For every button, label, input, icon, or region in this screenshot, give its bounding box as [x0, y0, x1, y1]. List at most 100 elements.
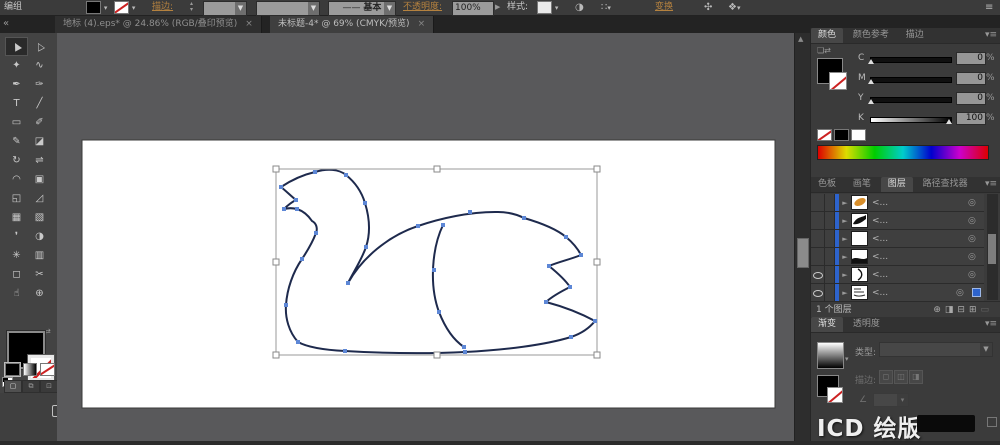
- document-tab-2[interactable]: 未标题-4* @ 69% (CMYK/预览) ×: [270, 16, 435, 33]
- lasso-tool[interactable]: ∿: [28, 56, 51, 75]
- eraser-tool[interactable]: ◪: [28, 132, 51, 151]
- fill-color-swatch[interactable]: ▾: [86, 1, 107, 14]
- align-icon[interactable]: ✣: [704, 1, 712, 14]
- gradient-preview-swatch[interactable]: [817, 342, 844, 369]
- width-profile-dropdown[interactable]: ▼: [256, 1, 320, 16]
- stroke-link[interactable]: 描边:: [152, 1, 173, 14]
- hand-tool[interactable]: ☝: [5, 284, 28, 303]
- shape-builder-tool[interactable]: ◱: [5, 189, 28, 208]
- scrollbar-thumb[interactable]: [797, 238, 809, 268]
- width-tool[interactable]: ◠: [5, 170, 28, 189]
- tab-stroke[interactable]: 描边: [899, 28, 931, 43]
- swatch-options-icon[interactable]: ❏⇄: [817, 46, 831, 55]
- target-icon[interactable]: ◎: [968, 270, 984, 280]
- scroll-up-icon[interactable]: ▲: [798, 35, 803, 43]
- tab-swatches[interactable]: 色板: [811, 177, 843, 192]
- lock-cell[interactable]: [825, 248, 835, 265]
- arrange-icon[interactable]: ❖▾: [728, 1, 740, 14]
- close-icon[interactable]: ×: [418, 19, 426, 29]
- chevron-down-icon[interactable]: ▾: [845, 355, 849, 363]
- delete-layer-icon[interactable]: ▭: [980, 305, 993, 315]
- eyedropper-tool[interactable]: ❜: [5, 227, 28, 246]
- eye-icon[interactable]: [811, 266, 825, 283]
- lock-cell[interactable]: [825, 266, 835, 283]
- canvas-vertical-scrollbar[interactable]: ▲: [794, 33, 810, 441]
- panel-menu-icon[interactable]: ▾≡: [985, 319, 997, 329]
- color-spectrum-bar[interactable]: [817, 145, 989, 160]
- lock-cell[interactable]: [825, 212, 835, 229]
- pen-tool[interactable]: ✒: [5, 75, 28, 94]
- gradient-angle-dropdown[interactable]: ▾: [873, 393, 909, 407]
- swap-fill-stroke-icon[interactable]: ⇄: [44, 327, 51, 336]
- selection-tool[interactable]: ▲: [5, 37, 28, 56]
- gradient-button[interactable]: [22, 363, 38, 376]
- tab-layers[interactable]: 图层: [880, 177, 913, 192]
- rotate-tool[interactable]: ↻: [5, 151, 28, 170]
- zoom-tool[interactable]: ⊕: [28, 284, 51, 303]
- black-swatch[interactable]: [834, 129, 849, 141]
- stroke-weight-dropdown[interactable]: ▼: [203, 1, 247, 16]
- free-transform-tool[interactable]: ▣: [28, 170, 51, 189]
- stroke-color-swatch[interactable]: ▾: [114, 1, 135, 14]
- blend-tool[interactable]: ◑: [28, 227, 51, 246]
- color-button[interactable]: [4, 362, 21, 377]
- opacity-link[interactable]: 不透明度:: [403, 1, 442, 14]
- tab-transparency[interactable]: 透明度: [846, 317, 887, 332]
- expand-icon[interactable]: ►: [839, 271, 851, 279]
- stroke-weight-stepper[interactable]: ▴ ▾: [190, 1, 193, 14]
- rectangle-tool[interactable]: ▭: [5, 113, 28, 132]
- tab-brushes[interactable]: 画笔: [846, 177, 878, 192]
- line-segment-tool[interactable]: ╱: [28, 94, 51, 113]
- visibility-cell[interactable]: [811, 194, 825, 211]
- stroke-gradient-along-icon[interactable]: ◫: [894, 370, 908, 384]
- lock-cell[interactable]: [825, 284, 835, 301]
- paintbrush-tool[interactable]: ✐: [28, 113, 51, 132]
- white-swatch[interactable]: [851, 129, 866, 141]
- opacity-stepper-icon[interactable]: ▶: [495, 1, 500, 14]
- layers-scrollbar[interactable]: [987, 194, 998, 300]
- magic-wand-tool[interactable]: ✦: [5, 56, 28, 75]
- graphic-style-swatch[interactable]: ▾: [537, 1, 558, 14]
- curvature-pen-tool[interactable]: ✑: [28, 75, 51, 94]
- new-sublayer-icon[interactable]: ⊟: [957, 305, 969, 315]
- stroke-gradient-within-icon[interactable]: ◻: [879, 370, 893, 384]
- layer-row[interactable]: ► <... ◎: [811, 248, 984, 266]
- expand-icon[interactable]: ►: [839, 253, 851, 261]
- gradient-tool[interactable]: ▧: [28, 208, 51, 227]
- recolor-artwork-icon[interactable]: ◑: [575, 1, 584, 14]
- type-tool[interactable]: T: [5, 94, 28, 113]
- layer-row[interactable]: ► <... ◎: [811, 194, 984, 212]
- visibility-cell[interactable]: [811, 212, 825, 229]
- expand-icon[interactable]: ►: [839, 289, 851, 297]
- tab-color[interactable]: 颜色: [811, 28, 844, 43]
- target-icon[interactable]: ◎: [956, 288, 972, 298]
- canvas-area[interactable]: ▲: [57, 33, 810, 441]
- tab-color-guide[interactable]: 颜色参考: [846, 28, 896, 43]
- stroke-gradient-across-icon[interactable]: ◨: [909, 370, 923, 384]
- mesh-tool[interactable]: ▦: [5, 208, 28, 227]
- panel-menu-icon[interactable]: ▾≡: [985, 179, 997, 189]
- collapse-panels-icon[interactable]: «: [3, 18, 9, 29]
- new-layer-icon[interactable]: ⊞: [969, 305, 981, 315]
- close-icon[interactable]: ×: [245, 19, 253, 29]
- layer-row[interactable]: ► <... ◎: [811, 284, 984, 302]
- reflect-tool[interactable]: ⇌: [28, 151, 51, 170]
- layer-row[interactable]: ► <... ◎: [811, 212, 984, 230]
- direct-selection-tool[interactable]: △: [28, 37, 51, 56]
- perspective-grid-tool[interactable]: ◿: [28, 189, 51, 208]
- tab-gradient[interactable]: 渐变: [811, 317, 844, 332]
- gradient-type-dropdown[interactable]: ▼: [879, 342, 993, 357]
- target-icon[interactable]: ◎: [968, 216, 984, 226]
- none-button[interactable]: [40, 363, 56, 376]
- draw-normal-button[interactable]: ▢: [4, 380, 22, 393]
- layer-row[interactable]: ► <... ◎: [811, 266, 984, 284]
- pencil-tool[interactable]: ✎: [5, 132, 28, 151]
- tab-pathfinder[interactable]: 路径查找器: [916, 177, 975, 192]
- target-icon[interactable]: ◎: [968, 252, 984, 262]
- eye-icon[interactable]: [811, 284, 825, 301]
- brush-definition-dropdown[interactable]: —— 基本 ▼: [328, 1, 396, 16]
- slice-tool[interactable]: ✂: [28, 265, 51, 284]
- target-icon[interactable]: ◎: [968, 198, 984, 208]
- symbol-options-icon[interactable]: ∷▾: [601, 1, 611, 14]
- artboard-tool[interactable]: ◻: [5, 265, 28, 284]
